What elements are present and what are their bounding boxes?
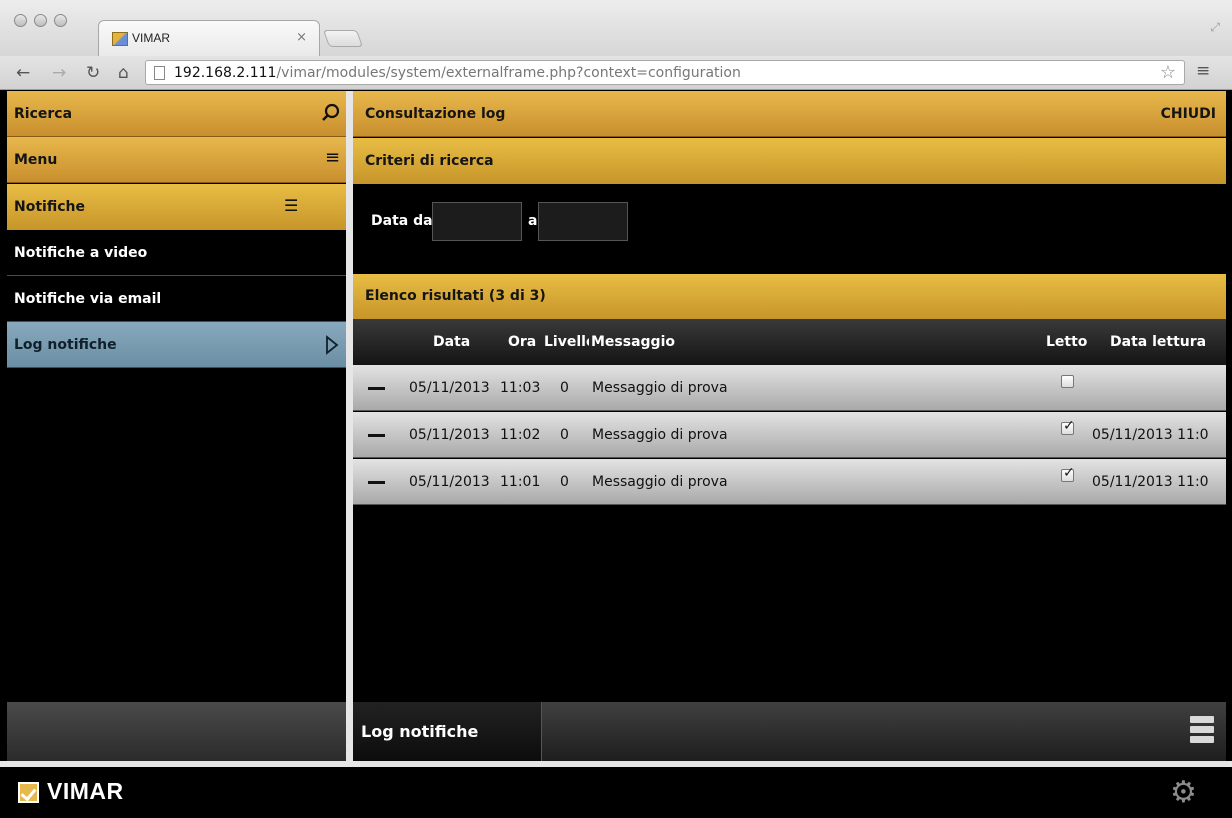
browser-tab[interactable]: VIMAR × (98, 20, 320, 56)
tab-close-icon[interactable]: × (296, 30, 307, 45)
sidebar-item-log-notifiche[interactable]: Log notifiche (7, 322, 346, 368)
table-header: Data Ora Livello Messaggio Letto Data le… (353, 319, 1226, 365)
read-checkbox[interactable]: ✓ (1061, 418, 1075, 435)
page-icon (154, 66, 165, 80)
read-checkbox[interactable] (1061, 375, 1074, 388)
cell-message: Messaggio di prova (592, 427, 728, 443)
back-icon[interactable]: ← (16, 63, 30, 83)
menu-label: Menu (14, 152, 58, 168)
col-read[interactable]: Letto (1046, 334, 1087, 350)
tab-title: VIMAR (132, 31, 171, 45)
brand-name: VIMAR (47, 778, 124, 804)
cell-time: 11:01 (500, 474, 541, 490)
sidebar-item-label: Notifiche a video (14, 245, 148, 261)
check-icon: ✓ (1063, 465, 1075, 481)
cell-time: 11:03 (500, 380, 541, 396)
table-row[interactable]: 05/11/2013 11:03 0 Messaggio di prova (353, 365, 1226, 411)
list-icon[interactable] (1190, 716, 1214, 746)
browser-menu-icon[interactable]: ≡ (1196, 61, 1210, 81)
fullscreen-icon[interactable]: ⤢ (1210, 20, 1220, 35)
col-message[interactable]: Messaggio (591, 334, 675, 350)
new-tab-button[interactable] (322, 30, 364, 47)
forward-icon[interactable]: → (52, 63, 66, 83)
close-window-button[interactable] (14, 14, 27, 27)
sidebar-item-notifiche-video[interactable]: Notifiche a video (7, 230, 346, 276)
cell-message: Messaggio di prova (592, 380, 728, 396)
gear-icon[interactable]: ⚙ (1170, 775, 1197, 810)
cell-read-date: 05/11/2013 11:0 (1092, 427, 1209, 443)
collapse-icon[interactable] (368, 481, 385, 484)
date-from-input[interactable] (432, 202, 522, 241)
chevron-right-icon (326, 335, 339, 355)
cell-date: 05/11/2013 (409, 427, 490, 443)
address-bar[interactable]: 192.168.2.111/vimar/modules/system/exter… (145, 60, 1185, 85)
check-icon: ✓ (1063, 418, 1075, 434)
search-icon[interactable] (321, 103, 341, 123)
sidebar-footer (7, 702, 346, 761)
cell-time: 11:02 (500, 427, 541, 443)
results-title: Elenco risultati (3 di 3) (365, 288, 546, 304)
title-bar: VIMAR × ⤢ (0, 0, 1232, 56)
cell-date: 05/11/2013 (409, 380, 490, 396)
footer-tab-log-notifiche[interactable]: Log notifiche (353, 702, 542, 761)
home-icon[interactable]: ⌂ (118, 63, 129, 83)
main-footer: Log notifiche (353, 702, 1226, 761)
cell-date: 05/11/2013 (409, 474, 490, 490)
table-row[interactable]: 05/11/2013 11:01 0 Messaggio di prova ✓ … (353, 459, 1226, 505)
criteria-title: Criteri di ricerca (365, 153, 494, 169)
cell-level: 0 (560, 380, 569, 396)
col-date[interactable]: Data (433, 334, 470, 350)
cell-level: 0 (560, 427, 569, 443)
app-container: Ricerca Menu ≡ Notifiche ☰ Notifiche a v… (0, 91, 1232, 818)
zoom-window-button[interactable] (54, 14, 67, 27)
sidebar-item-label: Notifiche via email (14, 291, 162, 307)
sidebar-search[interactable]: Ricerca (7, 91, 346, 137)
search-label: Ricerca (14, 106, 73, 122)
col-read-date[interactable]: Data lettura (1110, 334, 1206, 350)
notifications-icon: ☰ (284, 196, 299, 215)
sidebar: Ricerca Menu ≡ Notifiche ☰ Notifiche a v… (7, 91, 346, 761)
sidebar-item-notifiche-email[interactable]: Notifiche via email (7, 276, 346, 322)
collapse-icon[interactable] (368, 434, 385, 437)
cell-message: Messaggio di prova (592, 474, 728, 490)
panel-divider (346, 91, 353, 762)
cell-level: 0 (560, 474, 569, 490)
close-button[interactable]: CHIUDI (1161, 106, 1216, 122)
main-panel: Consultazione log CHIUDI Criteri di rice… (353, 91, 1226, 761)
date-from-label: Data da (371, 213, 433, 229)
bookmark-star-icon[interactable]: ☆ (1160, 62, 1176, 83)
panel-header: Consultazione log CHIUDI (353, 91, 1226, 137)
minimize-window-button[interactable] (34, 14, 47, 27)
section-label: Notifiche (14, 199, 85, 215)
favicon-icon (112, 32, 128, 46)
collapse-icon[interactable] (368, 387, 385, 390)
url-text[interactable]: 192.168.2.111/vimar/modules/system/exter… (174, 65, 741, 81)
footer-tab-label: Log notifiche (361, 722, 479, 741)
cell-read-date: 05/11/2013 11:0 (1092, 474, 1209, 490)
sidebar-section-notifications: Notifiche ☰ (7, 184, 346, 230)
sidebar-item-label: Log notifiche (14, 337, 117, 353)
reload-icon[interactable]: ↻ (86, 63, 100, 83)
col-level[interactable]: Livello (544, 334, 589, 350)
browser-window: VIMAR × ⤢ ← → ↻ ⌂ 192.168.2.111/vimar/mo… (0, 0, 1232, 818)
vimar-logo-icon (18, 782, 39, 803)
criteria-header: Criteri di ricerca (353, 138, 1226, 184)
results-header: Elenco risultati (3 di 3) (353, 274, 1226, 319)
date-to-input[interactable] (538, 202, 628, 241)
sidebar-menu[interactable]: Menu ≡ (7, 137, 346, 183)
read-checkbox[interactable]: ✓ (1061, 465, 1075, 482)
col-time[interactable]: Ora (508, 334, 536, 350)
menu-icon[interactable]: ≡ (325, 147, 340, 168)
footer-divider (0, 761, 1232, 767)
table-row[interactable]: 05/11/2013 11:02 0 Messaggio di prova ✓ … (353, 412, 1226, 458)
date-to-label: a (528, 213, 538, 229)
page-title: Consultazione log (365, 106, 506, 122)
